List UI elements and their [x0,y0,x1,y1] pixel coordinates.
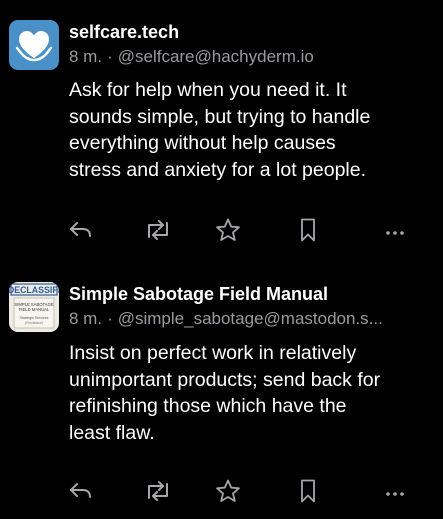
more-icon [386,492,404,496]
content-line: sounds simple, but trying to handle [69,105,371,128]
doc-line: FIELD MANUAL [19,307,50,312]
doc-note: (Provisional) [25,321,43,325]
content-line: unimportant products; send back for [69,368,381,391]
post-meta: 8 m. · @selfcare@hachyderm.io [69,47,429,67]
more-icon [386,231,404,235]
boost-icon [148,481,168,501]
post-actions [0,215,443,245]
account-handle[interactable]: @simple_sabotage@mastodon.s... [118,309,383,328]
content-line: everything without help causes [69,132,336,154]
favourite-button[interactable] [213,215,243,245]
star-icon [216,218,240,241]
heart-hands-icon [9,20,59,70]
display-name[interactable]: Simple Sabotage Field Manual [69,284,328,305]
declassified-document-icon: DECLASSIFI SIMPLE SABOTAGE FIELD MANUAL … [9,282,59,332]
post-content: Insist on perfect work in relatively uni… [69,340,419,446]
boost-button[interactable] [143,476,173,506]
reply-icon [70,222,91,237]
star-icon [216,479,240,502]
reply-icon [70,483,91,498]
reply-button[interactable] [66,215,96,245]
post-time[interactable]: 8 m. [69,47,102,66]
account-handle[interactable]: @selfcare@hachyderm.io [118,47,314,66]
content-line: least flaw. [69,421,155,444]
avatar[interactable]: DECLASSIFI SIMPLE SABOTAGE FIELD MANUAL … [9,282,59,332]
content-line: stress and anxiety for a lot people. [69,158,367,181]
content-line: refinishing those which have the [69,395,347,417]
more-button[interactable] [380,215,410,245]
post-simple-sabotage[interactable]: DECLASSIFI SIMPLE SABOTAGE FIELD MANUAL … [0,262,443,519]
meta-separator: · [107,47,113,66]
post-selfcare[interactable]: selfcare.tech 8 m. · @selfcare@hachyderm.i… [0,0,443,258]
bookmark-icon [301,479,315,503]
post-meta: 8 m. · @simple_sabotage@mastodon.s... [69,309,429,329]
bookmark-button[interactable] [293,215,323,245]
post-time[interactable]: 8 m. [69,309,102,328]
post-actions [0,476,443,506]
avatar[interactable] [9,20,59,70]
more-button[interactable] [380,476,410,506]
boost-icon [148,220,168,240]
bookmark-icon [301,218,315,242]
doc-line: Strategic Services [20,316,49,320]
stamp-text: DECLASSIFI [9,285,59,295]
boost-button[interactable] [143,215,173,245]
favourite-button[interactable] [213,476,243,506]
post-content: Ask for help when you need it. It sounds… [69,77,419,183]
bookmark-button[interactable] [293,476,323,506]
reply-button[interactable] [66,476,96,506]
display-name[interactable]: selfcare.tech [69,22,179,43]
meta-separator: · [107,309,113,328]
content-line: Ask for help when you need it. It [69,79,347,101]
content-line: Insist on perfect work in relatively [69,342,357,364]
